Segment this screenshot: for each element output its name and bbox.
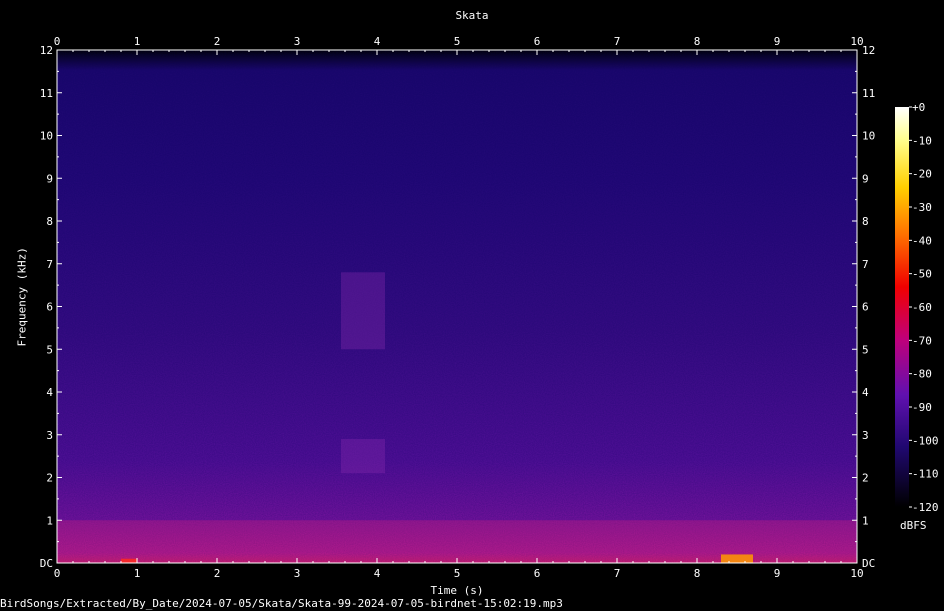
y-tick-label-right: 1 xyxy=(862,514,869,527)
colorbar-tick-label: -30 xyxy=(912,201,932,214)
colorbar-tick-label: -70 xyxy=(912,334,932,347)
energy-region-1 xyxy=(341,439,385,474)
colorbar xyxy=(895,107,909,507)
y-tick-label-right: 5 xyxy=(862,343,869,356)
y-tick-label-left: 10 xyxy=(40,130,53,143)
colorbar-tick-label: -100 xyxy=(912,434,939,447)
energy-region-4 xyxy=(121,558,137,563)
x-tick-label-bottom: 0 xyxy=(54,567,61,580)
x-tick-label-top: 5 xyxy=(454,35,461,48)
colorbar-tick-label: -20 xyxy=(912,168,932,181)
colorbar-ticks: +0 -10 -20 -30 -40 -50 -60 -70 -80 -90 -100 -110 -12… xyxy=(909,101,939,514)
energy-region-2 xyxy=(341,272,385,350)
colorbar-tick-label: -80 xyxy=(912,368,932,381)
y-tick-label-right: 8 xyxy=(862,215,869,228)
spectrogram-plot: 001122334455667788991010DC DC1 12 23 34 45 56 6… xyxy=(40,35,939,580)
x-tick-label-top: 6 xyxy=(534,35,541,48)
y-tick-label-right: 4 xyxy=(862,386,869,399)
x-axis-label: Time (s) xyxy=(430,584,484,597)
x-tick-label-bottom: 2 xyxy=(214,567,221,580)
x-tick-label-top: 3 xyxy=(294,35,301,48)
x-tick-label-top: 2 xyxy=(214,35,221,48)
y-tick-label-right: 12 xyxy=(862,44,875,57)
y-tick-label-right: 3 xyxy=(862,429,869,442)
y-tick-label-left: 11 xyxy=(40,87,53,100)
colorbar-tick-label: -40 xyxy=(912,234,932,247)
y-tick-label-left: 2 xyxy=(46,472,53,485)
x-tick-label-bottom: 6 xyxy=(534,567,541,580)
y-tick-label-left: 8 xyxy=(46,215,53,228)
y-tick-label-left: 12 xyxy=(40,44,53,57)
colorbar-tick-label: -110 xyxy=(912,468,939,481)
colorbar-unit: dBFS xyxy=(900,519,927,532)
x-tick-label-bottom: 9 xyxy=(774,567,781,580)
colorbar-tick-label: -90 xyxy=(912,401,932,414)
x-tick-label-top: 4 xyxy=(374,35,381,48)
x-tick-label-bottom: 3 xyxy=(294,567,301,580)
y-tick-label-right: DC xyxy=(862,557,875,570)
y-tick-label-left: 4 xyxy=(46,386,53,399)
y-tick-label-left: 3 xyxy=(46,429,53,442)
y-tick-label-right: 10 xyxy=(862,130,875,143)
chart-title: Skata xyxy=(455,9,489,22)
y-axis-label: Frequency (kHz) xyxy=(15,247,29,347)
y-tick-label-left: 9 xyxy=(46,172,53,185)
file-path: BirdSongs/Extracted/By_Date/2024-07-05/S… xyxy=(0,597,563,610)
y-tick-label-left: 1 xyxy=(46,514,53,527)
colorbar-tick-label: -10 xyxy=(912,134,932,147)
x-tick-label-top: 9 xyxy=(774,35,781,48)
y-tick-label-right: 6 xyxy=(862,301,869,314)
x-tick-label-bottom: 1 xyxy=(134,567,141,580)
x-tick-label-top: 1 xyxy=(134,35,141,48)
energy-region-3 xyxy=(721,554,753,563)
y-tick-label-right: 7 xyxy=(862,258,869,271)
y-tick-label-left: 7 xyxy=(46,258,53,271)
x-tick-label-bottom: 7 xyxy=(614,567,621,580)
y-tick-label-right: 11 xyxy=(862,87,875,100)
x-tick-label-bottom: 4 xyxy=(374,567,381,580)
y-tick-label-left: DC xyxy=(40,557,53,570)
colorbar-tick-label: -50 xyxy=(912,268,932,281)
x-tick-label-bottom: 8 xyxy=(694,567,701,580)
colorbar-tick-label: -120 xyxy=(912,501,939,514)
y-tick-label-left: 6 xyxy=(46,301,53,314)
y-tick-label-right: 2 xyxy=(862,472,869,485)
y-tick-label-right: 9 xyxy=(862,172,869,185)
colorbar-tick-label: -60 xyxy=(912,301,932,314)
colorbar-tick-label: +0 xyxy=(912,101,925,114)
spectrogram-noise xyxy=(57,50,857,563)
x-tick-label-top: 0 xyxy=(54,35,61,48)
x-tick-label-top: 7 xyxy=(614,35,621,48)
x-tick-label-top: 8 xyxy=(694,35,701,48)
x-tick-label-bottom: 5 xyxy=(454,567,461,580)
y-tick-label-left: 5 xyxy=(46,343,53,356)
